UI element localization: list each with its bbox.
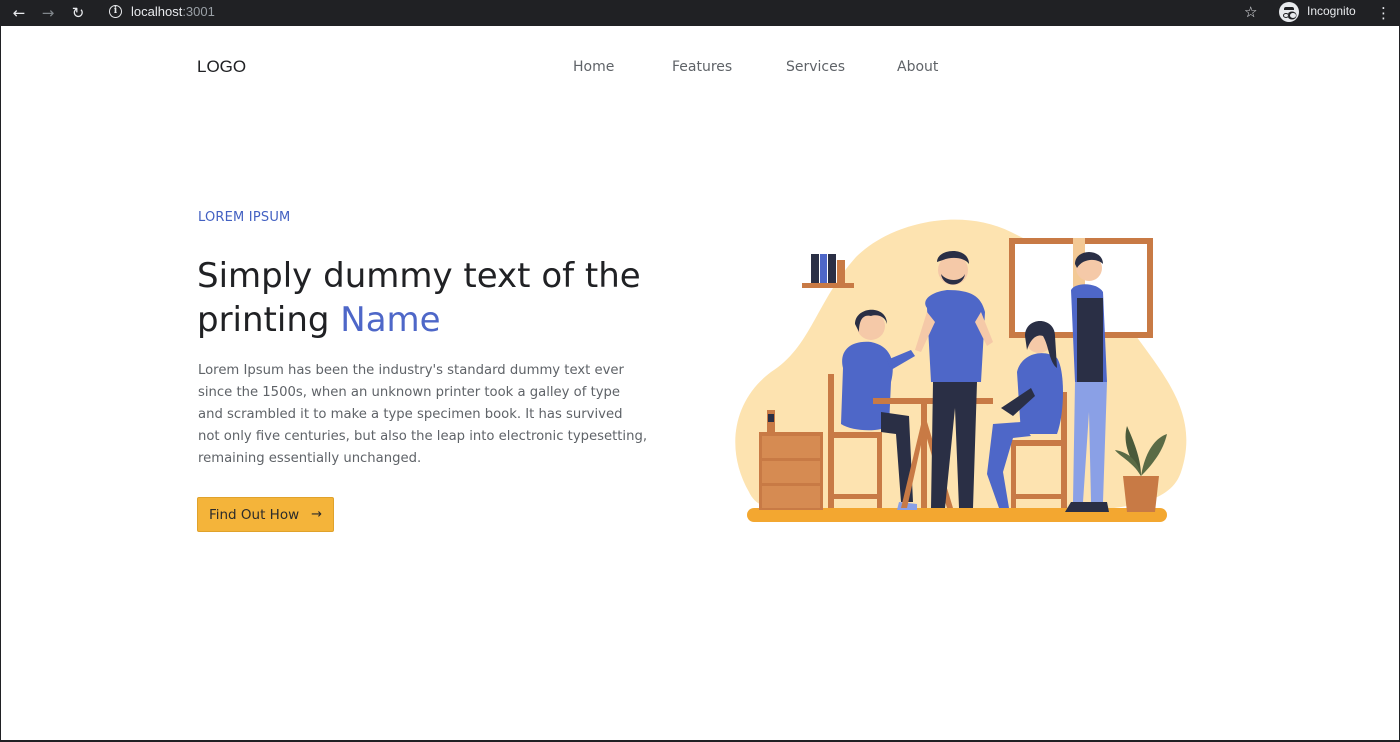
browser-toolbar: ← → ↻ i localhost:3001 ☆ Incognito ⋮ [0, 0, 1400, 26]
arrow-right-icon: → [311, 507, 323, 522]
star-icon[interactable]: ☆ [1244, 2, 1257, 22]
nav-home[interactable]: Home [573, 58, 614, 76]
reload-icon[interactable]: ↻ [68, 3, 88, 23]
profile-label[interactable]: Incognito [1307, 4, 1356, 19]
incognito-icon[interactable] [1279, 2, 1299, 22]
address-bar[interactable]: i localhost:3001 [100, 1, 1275, 23]
hero-headline: Simply dummy text of the printing Name [197, 254, 667, 342]
back-icon[interactable]: ← [9, 3, 29, 23]
logo[interactable]: LOGO [197, 57, 246, 77]
nav-features[interactable]: Features [672, 58, 732, 76]
menu-icon[interactable]: ⋮ [1376, 3, 1391, 23]
team-meeting-illustration [735, 219, 1187, 522]
hero-eyebrow: LOREM IPSUM [198, 210, 291, 225]
info-icon[interactable]: i [109, 5, 122, 18]
cta-label: Find Out How [208, 506, 300, 523]
nav-about[interactable]: About [897, 58, 938, 76]
url-text: localhost:3001 [131, 4, 215, 19]
forward-icon[interactable]: → [38, 3, 58, 23]
nav-services[interactable]: Services [786, 58, 845, 76]
page-viewport: LOGO Home Features Services About LOREM … [0, 26, 1400, 742]
headline-accent: Name [340, 300, 441, 340]
hero-description: Lorem Ipsum has been the industry's stan… [198, 363, 648, 466]
find-out-how-button[interactable]: Find Out How → [197, 497, 334, 532]
